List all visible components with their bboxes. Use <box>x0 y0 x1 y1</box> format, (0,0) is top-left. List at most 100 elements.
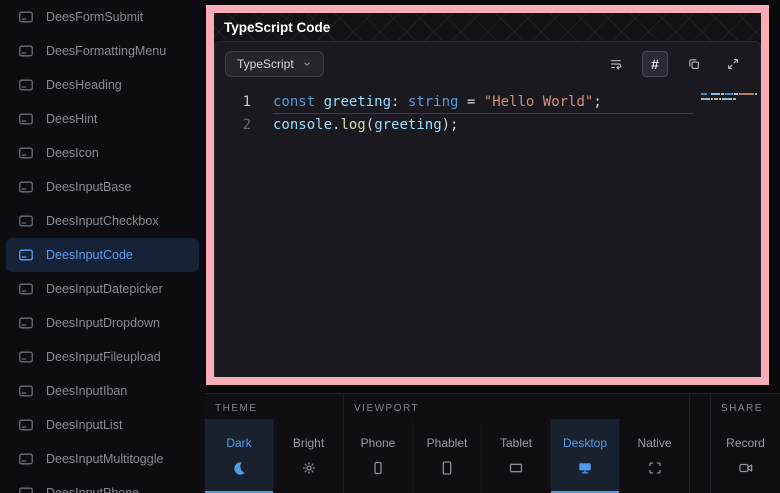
section-header: THEME <box>205 394 343 419</box>
code-token: "Hello World" <box>484 94 594 110</box>
code-token: ; <box>593 94 601 110</box>
sidebar-item-DeesIcon[interactable]: DeesIcon <box>0 136 205 170</box>
sidebar-item-DeesHeading[interactable]: DeesHeading <box>0 68 205 102</box>
code-token: greeting <box>374 117 441 133</box>
demo-title: TypeScript Code <box>214 13 761 41</box>
minimap-line <box>701 98 757 100</box>
moon-icon <box>231 460 247 476</box>
button-label: Tablet <box>500 436 532 450</box>
button-label: Dark <box>226 436 251 450</box>
sidebar-item-label: DeesInputIban <box>46 384 127 398</box>
code-token: greeting <box>324 94 391 110</box>
main-area: TypeScript Code TypeScript # 1const gree… <box>205 0 780 493</box>
section-header: SHARE <box>711 394 780 419</box>
sidebar-item-DeesInputPhone[interactable]: DeesInputPhone <box>0 476 205 493</box>
code-token: console <box>273 117 332 133</box>
expand-button[interactable] <box>720 51 746 77</box>
code-token: log <box>340 117 365 133</box>
component-icon <box>18 417 34 433</box>
button-label: Native <box>637 436 671 450</box>
section-buttons: Phone Phablet Tablet Desktop Native <box>344 419 689 493</box>
component-icon <box>18 247 34 263</box>
viewport-native-button[interactable]: Native <box>620 419 689 493</box>
component-icon <box>18 451 34 467</box>
component-icon <box>18 145 34 161</box>
section-buttons: Dark Bright <box>205 419 343 493</box>
sidebar-item-label: DeesInputPhone <box>46 486 139 493</box>
component-icon <box>18 485 34 493</box>
sidebar-item-label: DeesHeading <box>46 78 122 92</box>
sidebar-item-label: DeesInputDatepicker <box>46 282 163 296</box>
tablet-icon <box>508 460 524 476</box>
bottom-toolbar: THEME Dark BrightVIEWPORT Phone Phablet Table… <box>205 393 780 493</box>
language-select[interactable]: TypeScript <box>225 51 324 77</box>
demo-container: TypeScript Code TypeScript # 1const gree… <box>214 13 761 377</box>
record-icon <box>738 460 754 476</box>
code-token <box>315 94 323 110</box>
code-line[interactable]: 2console.log(greeting); <box>215 114 760 136</box>
share-record-button[interactable]: Record <box>711 419 780 493</box>
sidebar-item-DeesInputList[interactable]: DeesInputList <box>0 408 205 442</box>
code-editor-card: TypeScript # 1const greeting: string = "… <box>214 41 761 377</box>
line-number: 1 <box>215 91 273 114</box>
viewport-phablet-button[interactable]: Phablet <box>413 419 482 493</box>
code-editor[interactable]: 1const greeting: string = "Hello World";… <box>215 86 760 377</box>
button-label: Record <box>726 436 765 450</box>
sidebar-item-DeesInputDatepicker[interactable]: DeesInputDatepicker <box>0 272 205 306</box>
sidebar-item-DeesInputBase[interactable]: DeesInputBase <box>0 170 205 204</box>
component-icon <box>18 77 34 93</box>
minimap-line <box>701 93 757 95</box>
native-icon <box>647 460 663 476</box>
sidebar-item-label: DeesInputBase <box>46 180 131 194</box>
sidebar-item-label: DeesInputFileupload <box>46 350 161 364</box>
viewport-tablet-button[interactable]: Tablet <box>482 419 551 493</box>
code-line[interactable]: 1const greeting: string = "Hello World"; <box>215 91 760 114</box>
sidebar-item-DeesInputMultitoggle[interactable]: DeesInputMultitoggle <box>0 442 205 476</box>
bottombar-section-share: SHARE Record <box>710 394 780 493</box>
sidebar-item-DeesHint[interactable]: DeesHint <box>0 102 205 136</box>
component-icon <box>18 111 34 127</box>
sidebar-item-DeesInputIban[interactable]: DeesInputIban <box>0 374 205 408</box>
section-header: VIEWPORT <box>344 394 689 419</box>
sidebar-item-DeesInputDropdown[interactable]: DeesInputDropdown <box>0 306 205 340</box>
sidebar-item-label: DeesFormSubmit <box>46 10 143 24</box>
component-icon <box>18 9 34 25</box>
sidebar-item-DeesInputCode[interactable]: DeesInputCode <box>6 238 199 272</box>
button-label: Phone <box>361 436 396 450</box>
code-token: const <box>273 94 315 110</box>
code-toolbar: TypeScript # <box>215 42 760 86</box>
code-token: ); <box>442 117 459 133</box>
line-content: const greeting: string = "Hello World"; <box>273 91 694 114</box>
component-icon <box>18 213 34 229</box>
line-content: console.log(greeting); <box>273 114 694 136</box>
line-numbers-button[interactable]: # <box>642 51 668 77</box>
sidebar-item-label: DeesInputCode <box>46 248 133 262</box>
chevron-down-icon <box>302 59 312 69</box>
language-select-label: TypeScript <box>237 57 294 71</box>
minimap[interactable] <box>701 93 757 103</box>
section-buttons: Record <box>711 419 780 493</box>
component-icon <box>18 281 34 297</box>
desktop-icon <box>577 460 593 476</box>
wrap-text-icon <box>609 56 623 72</box>
demo-highlight-frame: TypeScript Code TypeScript # 1const gree… <box>206 5 769 385</box>
wrap-text-button[interactable] <box>603 51 629 77</box>
viewport-phone-button[interactable]: Phone <box>344 419 413 493</box>
code-token: = <box>458 94 483 110</box>
expand-icon <box>726 56 740 72</box>
button-label: Phablet <box>427 436 468 450</box>
sidebar-item-DeesFormattingMenu[interactable]: DeesFormattingMenu <box>0 34 205 68</box>
code-lines: 1const greeting: string = "Hello World";… <box>215 91 760 136</box>
theme-dark-button[interactable]: Dark <box>205 419 274 493</box>
app-root: DeesFormSubmit DeesFormattingMenu DeesHead… <box>0 0 780 493</box>
copy-button[interactable] <box>681 51 707 77</box>
component-icon <box>18 383 34 399</box>
theme-bright-button[interactable]: Bright <box>274 419 343 493</box>
toolbar-actions: # <box>603 51 750 77</box>
sidebar-item-DeesFormSubmit[interactable]: DeesFormSubmit <box>0 0 205 34</box>
sidebar-item-DeesInputCheckbox[interactable]: DeesInputCheckbox <box>0 204 205 238</box>
sidebar-item-DeesInputFileupload[interactable]: DeesInputFileupload <box>0 340 205 374</box>
phone-icon <box>370 460 386 476</box>
code-token: : <box>391 94 408 110</box>
viewport-desktop-button[interactable]: Desktop <box>551 419 620 493</box>
